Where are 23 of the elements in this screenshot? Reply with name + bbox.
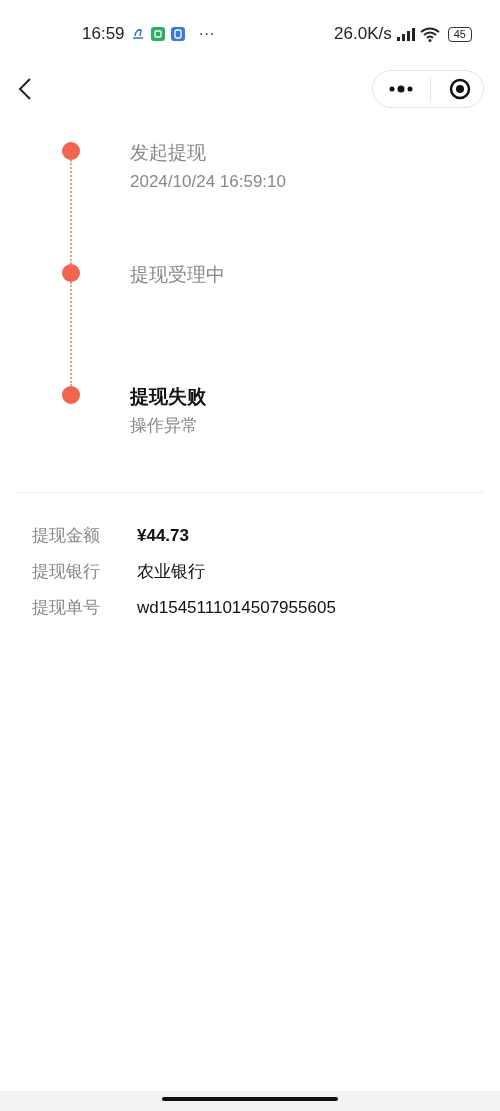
status-time: 16:59 bbox=[82, 23, 125, 46]
signal-icon bbox=[395, 27, 416, 41]
step-subtitle: 操作异常 bbox=[130, 415, 199, 437]
more-icon[interactable] bbox=[389, 85, 413, 93]
battery-indicator: 45 bbox=[447, 26, 472, 42]
detail-value: ¥44.73 bbox=[137, 525, 189, 548]
wifi-icon bbox=[419, 26, 440, 42]
app-notification-icon bbox=[130, 27, 145, 41]
app-notification-icon bbox=[170, 27, 185, 41]
step-subtitle: 2024/10/24 16:59:10 bbox=[130, 171, 286, 193]
step-title: 发起提现 bbox=[130, 141, 207, 165]
step-title: 提现失败 bbox=[130, 385, 206, 409]
detail-label: 提现单号 bbox=[32, 597, 101, 620]
detail-label: 提现银行 bbox=[32, 561, 101, 584]
step-title: 提现受理中 bbox=[130, 263, 225, 287]
more-notifications: ··· bbox=[198, 24, 215, 44]
detail-value: 农业银行 bbox=[137, 561, 205, 584]
network-speed: 26.0K/s bbox=[334, 23, 392, 46]
back-icon[interactable] bbox=[18, 77, 32, 101]
close-icon[interactable] bbox=[449, 78, 471, 100]
app-notification-icon bbox=[150, 27, 165, 41]
detail-value: wd1545111014507955605 bbox=[137, 597, 336, 620]
detail-label: 提现金额 bbox=[32, 525, 101, 548]
